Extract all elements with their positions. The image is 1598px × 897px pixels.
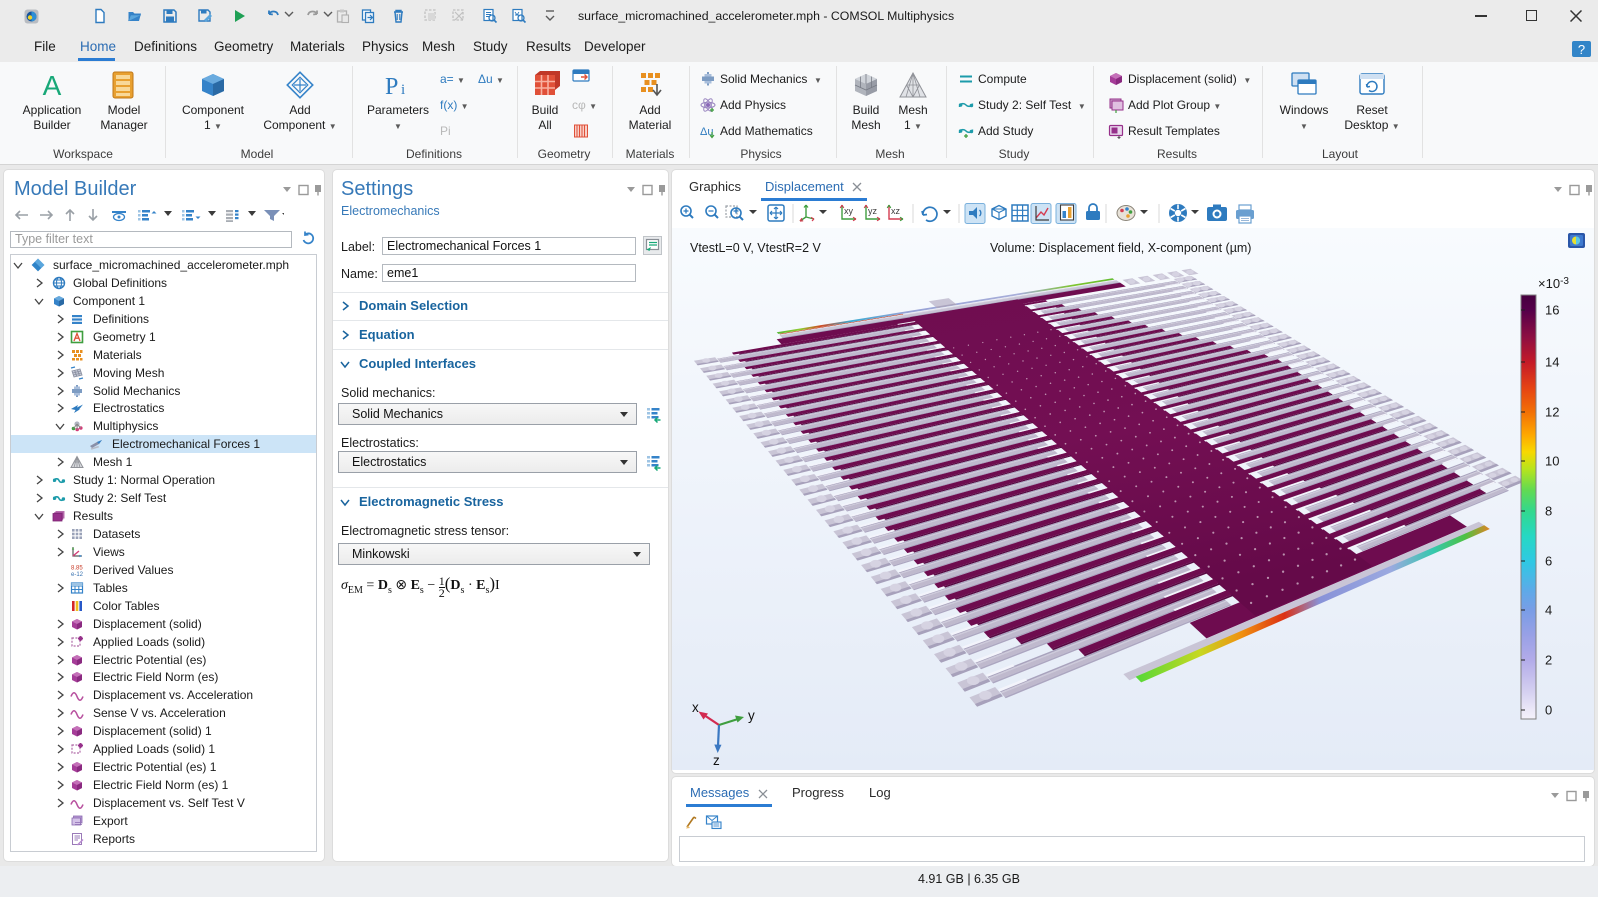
svg-text:i: i	[401, 82, 405, 98]
svg-text:16: 16	[1545, 303, 1559, 318]
svg-text:4: 4	[1545, 603, 1552, 618]
svg-text:14: 14	[1545, 355, 1559, 370]
svg-text:6: 6	[1545, 554, 1552, 569]
svg-text:0: 0	[1545, 703, 1552, 718]
svg-text:x: x	[692, 700, 699, 715]
svg-text:A: A	[43, 70, 62, 100]
svg-text:12: 12	[1545, 405, 1559, 420]
svg-text:8.85: 8.85	[71, 565, 83, 571]
svg-text:xz: xz	[891, 206, 901, 216]
svg-text:10: 10	[1545, 454, 1559, 469]
svg-text:Volume: Displacement field, X-: Volume: Displacement field, X-component …	[990, 241, 1251, 255]
svg-text:xy: xy	[844, 206, 854, 216]
svg-text:z: z	[713, 753, 720, 768]
svg-text:e-12: e-12	[71, 572, 84, 577]
svg-text:y: y	[748, 708, 755, 723]
svg-text:VtestL=0 V, VtestR=2 V: VtestL=0 V, VtestR=2 V	[690, 241, 822, 255]
svg-text:2: 2	[1545, 653, 1552, 668]
svg-text:P: P	[385, 74, 398, 100]
svg-text:yz: yz	[868, 206, 878, 216]
svg-text:8: 8	[1545, 504, 1552, 519]
